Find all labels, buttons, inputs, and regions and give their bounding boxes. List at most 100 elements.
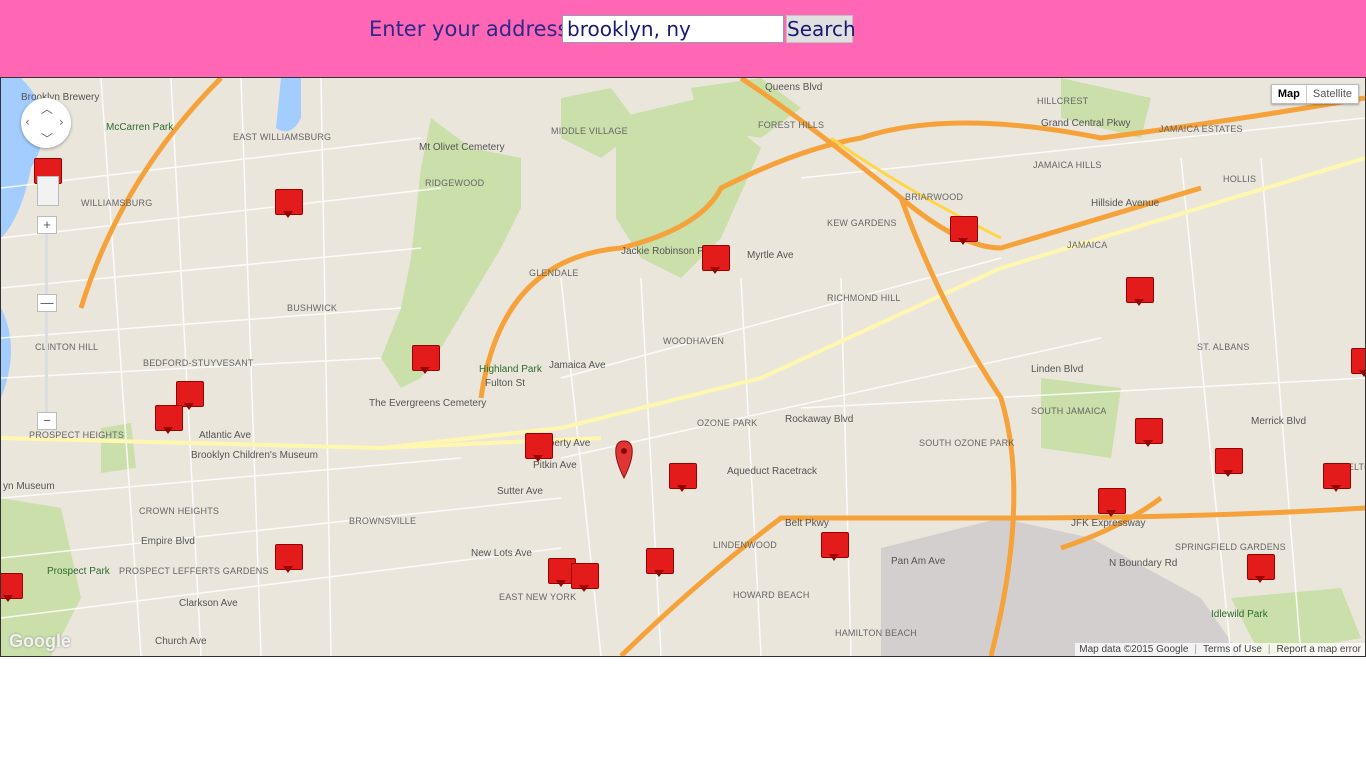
- car-marker[interactable]: [1351, 348, 1365, 377]
- pan-up-icon[interactable]: ︿: [41, 100, 53, 117]
- map-label: Rockaway Blvd: [785, 414, 854, 425]
- map-label: Sutter Ave: [497, 486, 543, 497]
- pan-control[interactable]: ︿ ‹ › ﹀: [21, 98, 71, 148]
- map-label: GLENDALE: [529, 268, 579, 278]
- map-label: McCarren Park: [106, 122, 174, 133]
- map-label: SOUTH JAMAICA: [1031, 406, 1107, 416]
- terms-link[interactable]: Terms of Use: [1203, 644, 1262, 655]
- car-marker[interactable]: [821, 532, 849, 561]
- map-label: Hillside Avenue: [1091, 198, 1160, 209]
- map-label: PROSPECT LEFFERTS GARDENS: [119, 566, 269, 576]
- map-label: Linden Blvd: [1031, 364, 1084, 375]
- car-marker[interactable]: [571, 563, 599, 592]
- pan-down-icon[interactable]: ﹀: [41, 130, 53, 147]
- car-marker[interactable]: [1, 573, 23, 602]
- map-data-text: Map data ©2015 Google: [1079, 644, 1189, 655]
- map-label: Aqueduct Racetrack: [727, 466, 818, 477]
- car-marker[interactable]: [702, 245, 730, 274]
- map-label: ST. ALBANS: [1197, 342, 1250, 352]
- map-label: N Boundary Rd: [1109, 558, 1178, 569]
- map-label: New Lots Ave: [471, 548, 532, 559]
- address-input[interactable]: [562, 15, 784, 43]
- map-label: FOREST HILLS: [758, 120, 825, 130]
- zoom-slider-handle[interactable]: —: [37, 294, 57, 312]
- car-marker[interactable]: [525, 433, 553, 462]
- map-label: Mt Olivet Cemetery: [419, 142, 505, 153]
- car-marker[interactable]: [275, 544, 303, 573]
- map-label: The Evergreens Cemetery: [369, 398, 487, 409]
- map-label: Jamaica Ave: [549, 360, 606, 371]
- search-header: Enter your address: Search: [0, 0, 1366, 78]
- map-view[interactable]: Brooklyn Brewery McCarren Park EAST WILL…: [0, 77, 1366, 657]
- map-label: RICHMOND HILL: [827, 293, 901, 303]
- map-label: KEW GARDENS: [827, 218, 897, 228]
- zoom-slider-track[interactable]: [45, 216, 48, 426]
- address-pin[interactable]: [615, 440, 633, 480]
- map-label: EAST WILLIAMSBURG: [233, 132, 332, 142]
- map-label: Grand Central Pkwy: [1041, 118, 1131, 129]
- map-label: BUSHWICK: [287, 303, 338, 313]
- car-marker[interactable]: [1135, 418, 1163, 447]
- map-label: yn Museum: [3, 481, 55, 492]
- map-label: SOUTH OZONE PARK: [919, 438, 1015, 448]
- map-label: HAMILTON BEACH: [835, 628, 917, 638]
- map-label: HILLCREST: [1037, 96, 1089, 106]
- map-label: PROSPECT HEIGHTS: [29, 430, 125, 440]
- pan-left-icon[interactable]: ‹: [25, 115, 30, 129]
- map-label: RIDGEWOOD: [425, 178, 485, 188]
- map-label: JAMAICA ESTATES: [1159, 124, 1243, 134]
- car-marker[interactable]: [646, 548, 674, 577]
- report-error-link[interactable]: Report a map error: [1277, 644, 1361, 655]
- map-label: Myrtle Ave: [747, 250, 794, 261]
- car-marker[interactable]: [1098, 488, 1126, 517]
- map-label: BRIARWOOD: [905, 192, 964, 202]
- google-logo: Google: [9, 631, 71, 651]
- car-marker[interactable]: [669, 463, 697, 492]
- car-marker[interactable]: [1126, 277, 1154, 306]
- map-label: Merrick Blvd: [1251, 416, 1307, 427]
- map-label: Belt Pkwy: [785, 518, 829, 529]
- car-marker[interactable]: [155, 405, 183, 434]
- map-label: JAMAICA: [1067, 240, 1108, 250]
- map-label: HOLLIS: [1223, 174, 1257, 184]
- map-label: WILLIAMSBURG: [81, 198, 153, 208]
- map-label: BROWNSVILLE: [349, 516, 417, 526]
- map-type-satellite-button[interactable]: Satellite: [1307, 85, 1358, 103]
- map-label: MIDDLE VILLAGE: [551, 126, 628, 136]
- map-label: OZONE PARK: [697, 418, 758, 428]
- zoom-in-button[interactable]: +: [37, 216, 57, 234]
- map-label: Clarkson Ave: [179, 598, 238, 609]
- map-label: BEDFORD-STUYVESANT: [143, 358, 254, 368]
- map-label: JAMAICA HILLS: [1033, 160, 1102, 170]
- map-label: Pan Am Ave: [891, 556, 946, 567]
- map-type-control: Map Satellite: [1270, 84, 1359, 104]
- street-view-pegman-icon[interactable]: [37, 176, 59, 206]
- map-label: Highland Park: [479, 364, 542, 375]
- map-label: Empire Blvd: [141, 536, 195, 547]
- map-label: Brooklyn Children's Museum: [191, 450, 318, 461]
- map-label: Atlantic Ave: [199, 430, 252, 441]
- car-marker[interactable]: [1215, 448, 1243, 477]
- pan-right-icon[interactable]: ›: [59, 115, 64, 129]
- address-label: Enter your address:: [369, 17, 576, 41]
- car-marker[interactable]: [1247, 554, 1275, 583]
- car-marker[interactable]: [275, 189, 303, 218]
- map-label: Church Ave: [155, 636, 207, 647]
- map-attribution: Map data ©2015 Google | Terms of Use | R…: [1075, 643, 1365, 656]
- search-button[interactable]: Search: [786, 15, 856, 43]
- zoom-out-button[interactable]: −: [37, 412, 57, 430]
- map-label: Queens Blvd: [765, 82, 823, 93]
- map-label: WOODHAVEN: [663, 336, 725, 346]
- map-label: EAST NEW YORK: [499, 592, 577, 602]
- map-label: JFK Expressway: [1071, 518, 1146, 529]
- map-label: Fulton St: [485, 378, 526, 389]
- map-type-map-button[interactable]: Map: [1272, 85, 1307, 103]
- map-label: HOWARD BEACH: [733, 590, 810, 600]
- map-label: SPRINGFIELD GARDENS: [1175, 542, 1286, 552]
- map-label: Prospect Park: [47, 566, 110, 577]
- car-marker[interactable]: [412, 345, 440, 374]
- map-label: LINDENWOOD: [713, 540, 778, 550]
- map-label: Idlewild Park: [1211, 609, 1268, 620]
- car-marker[interactable]: [1323, 463, 1351, 492]
- car-marker[interactable]: [950, 216, 978, 245]
